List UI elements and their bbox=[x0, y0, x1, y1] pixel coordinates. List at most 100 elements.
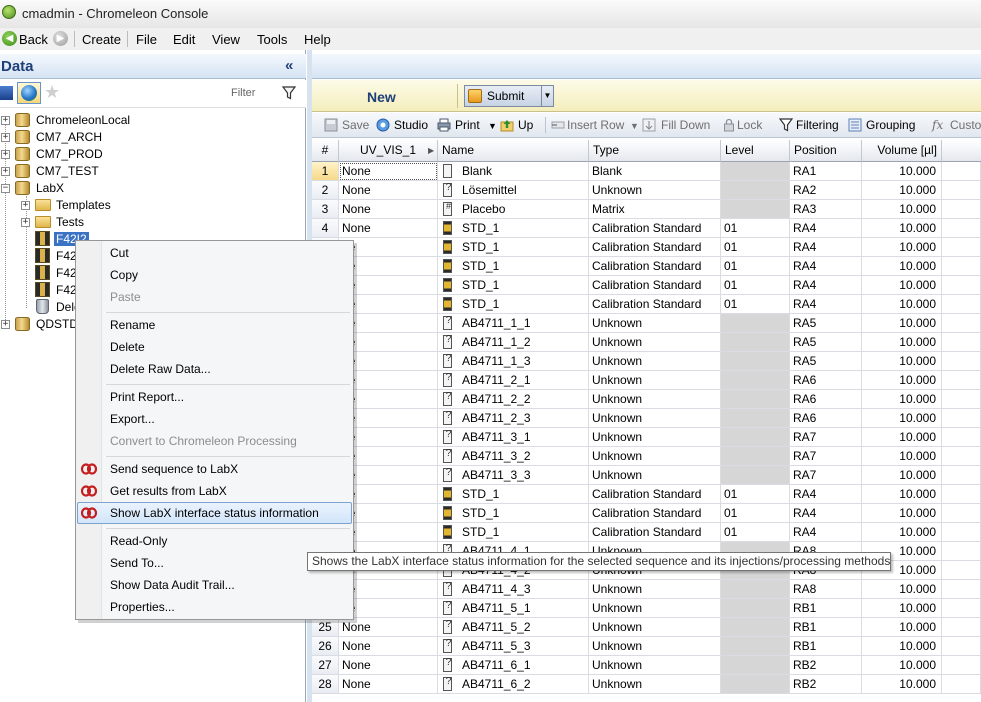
cell-name[interactable]: STD_1 bbox=[438, 276, 589, 295]
cell-name[interactable]: AB4711_5_3 bbox=[438, 637, 589, 656]
cell-name[interactable]: Placebo bbox=[438, 200, 589, 219]
cell-level[interactable] bbox=[721, 352, 790, 371]
tree-item-sequence[interactable]: F42 bbox=[56, 283, 77, 297]
cell-vol[interactable]: 10.000 bbox=[862, 485, 942, 504]
cell-level[interactable]: 01 bbox=[721, 523, 790, 542]
filtering-button[interactable]: Filtering bbox=[796, 118, 839, 132]
cell-pos[interactable]: RB2 bbox=[790, 656, 862, 675]
tree-item-cm7-arch[interactable]: CM7_ARCH bbox=[36, 130, 102, 144]
cell-pos[interactable]: RA6 bbox=[790, 390, 862, 409]
cell-pos[interactable]: RA7 bbox=[790, 447, 862, 466]
cell-pos[interactable]: RA8 bbox=[790, 580, 862, 599]
column-expand-arrow-icon[interactable]: ▶ bbox=[428, 146, 434, 155]
menu-item-send-sequence-to-labx[interactable]: Send sequence to LabX bbox=[110, 462, 238, 476]
cell-level[interactable] bbox=[721, 200, 790, 219]
custom-columns-button[interactable]: Custo bbox=[950, 118, 981, 132]
cell-pos[interactable]: RA5 bbox=[790, 352, 862, 371]
cell-pos[interactable]: RA4 bbox=[790, 257, 862, 276]
cell-type[interactable]: Unknown bbox=[589, 352, 721, 371]
favorites-star-icon[interactable]: ★ bbox=[44, 83, 60, 101]
cell-name[interactable]: AB4711_2_2 bbox=[438, 390, 589, 409]
cell-type[interactable]: Calibration Standard bbox=[589, 219, 721, 238]
cell-pos[interactable]: RA5 bbox=[790, 314, 862, 333]
tree-expander[interactable]: + bbox=[21, 201, 30, 210]
cell-name[interactable]: AB4711_2_3 bbox=[438, 409, 589, 428]
grouping-button[interactable]: Grouping bbox=[866, 118, 915, 132]
cell-level[interactable] bbox=[721, 618, 790, 637]
menu-help[interactable]: Help bbox=[304, 32, 331, 47]
cell-name[interactable]: Lösemittel bbox=[438, 181, 589, 200]
cell-level[interactable] bbox=[721, 390, 790, 409]
tree-item-tests[interactable]: Tests bbox=[56, 215, 84, 229]
cell-type[interactable]: Unknown bbox=[589, 181, 721, 200]
up-button[interactable]: Up bbox=[518, 118, 533, 132]
cell-vol[interactable]: 10.000 bbox=[862, 618, 942, 637]
tree-expander[interactable]: + bbox=[1, 150, 10, 159]
cell-name[interactable]: AB4711_5_2 bbox=[438, 618, 589, 637]
cell-name[interactable]: STD_1 bbox=[438, 219, 589, 238]
column-header-uv-vis[interactable]: UV_VIS_1 bbox=[339, 140, 438, 162]
menu-item-cut[interactable]: Cut bbox=[110, 246, 129, 260]
cell-level[interactable]: 01 bbox=[721, 276, 790, 295]
cell-type[interactable]: Matrix bbox=[589, 200, 721, 219]
cell-level[interactable]: 01 bbox=[721, 219, 790, 238]
back-button[interactable]: Back bbox=[19, 32, 48, 47]
cell-name[interactable]: STD_1 bbox=[438, 523, 589, 542]
cell-level[interactable] bbox=[721, 447, 790, 466]
cell-type[interactable]: Unknown bbox=[589, 314, 721, 333]
cell-vol[interactable]: 10.000 bbox=[862, 200, 942, 219]
tree-item-cm7-prod[interactable]: CM7_PROD bbox=[36, 147, 103, 161]
cell-name[interactable]: AB4711_3_3 bbox=[438, 466, 589, 485]
tree-item-qdstd[interactable]: QDSTD bbox=[36, 317, 78, 331]
column-header-position[interactable]: Position bbox=[790, 140, 862, 162]
column-header-number[interactable]: # bbox=[312, 140, 339, 162]
cell-type[interactable]: Calibration Standard bbox=[589, 504, 721, 523]
cell-uv[interactable]: None bbox=[339, 637, 438, 656]
cell-level[interactable]: 01 bbox=[721, 485, 790, 504]
tree-item-sequence[interactable]: F42 bbox=[56, 266, 77, 280]
cell-level[interactable] bbox=[721, 181, 790, 200]
cell-pos[interactable]: RA4 bbox=[790, 295, 862, 314]
cell-name[interactable]: AB4711_1_1 bbox=[438, 314, 589, 333]
cell-pos[interactable]: RB1 bbox=[790, 599, 862, 618]
cell-name[interactable]: AB4711_5_1 bbox=[438, 599, 589, 618]
tree-item-cm7-test[interactable]: CM7_TEST bbox=[36, 164, 99, 178]
menu-edit[interactable]: Edit bbox=[173, 32, 195, 47]
cell-level[interactable] bbox=[721, 162, 790, 181]
cell-vol[interactable]: 10.000 bbox=[862, 295, 942, 314]
cell-name[interactable]: STD_1 bbox=[438, 504, 589, 523]
save-button[interactable]: Save bbox=[342, 118, 369, 132]
cell-level[interactable] bbox=[721, 371, 790, 390]
cell-pos[interactable]: RB1 bbox=[790, 618, 862, 637]
column-header-name[interactable]: Name bbox=[438, 140, 589, 162]
cell-type[interactable]: Blank bbox=[589, 162, 721, 181]
insert-row-dropdown-icon[interactable]: ▼ bbox=[630, 121, 639, 131]
cell-pos[interactable]: RA7 bbox=[790, 428, 862, 447]
cell-name[interactable]: AB4711_3_2 bbox=[438, 447, 589, 466]
print-dropdown-icon[interactable]: ▼ bbox=[488, 121, 497, 131]
cell-type[interactable]: Unknown bbox=[589, 390, 721, 409]
cell-pos[interactable]: RB2 bbox=[790, 675, 862, 694]
tree-expander[interactable]: + bbox=[1, 116, 10, 125]
cell-vol[interactable]: 10.000 bbox=[862, 314, 942, 333]
cell-pos[interactable]: RA6 bbox=[790, 409, 862, 428]
cell-level[interactable] bbox=[721, 314, 790, 333]
cell-pos[interactable]: RA4 bbox=[790, 219, 862, 238]
computer-view-icon[interactable] bbox=[0, 86, 13, 100]
cell-name[interactable]: STD_1 bbox=[438, 295, 589, 314]
menu-item-copy[interactable]: Copy bbox=[110, 268, 138, 282]
cell-name[interactable]: STD_1 bbox=[438, 238, 589, 257]
menu-item-show-labx-interface-status[interactable]: Show LabX interface status information bbox=[110, 506, 319, 520]
cell-vol[interactable]: 10.000 bbox=[862, 675, 942, 694]
cell-level[interactable] bbox=[721, 466, 790, 485]
cell-vol[interactable]: 10.000 bbox=[862, 656, 942, 675]
cell-level[interactable] bbox=[721, 333, 790, 352]
cell-level[interactable]: 01 bbox=[721, 238, 790, 257]
cell-name[interactable]: AB4711_1_3 bbox=[438, 352, 589, 371]
tree-expander[interactable]: + bbox=[1, 167, 10, 176]
cell-vol[interactable]: 10.000 bbox=[862, 637, 942, 656]
cell-type[interactable]: Calibration Standard bbox=[589, 257, 721, 276]
studio-button[interactable]: Studio bbox=[394, 118, 428, 132]
cell-pos[interactable]: RB1 bbox=[790, 637, 862, 656]
cell-vol[interactable]: 10.000 bbox=[862, 371, 942, 390]
